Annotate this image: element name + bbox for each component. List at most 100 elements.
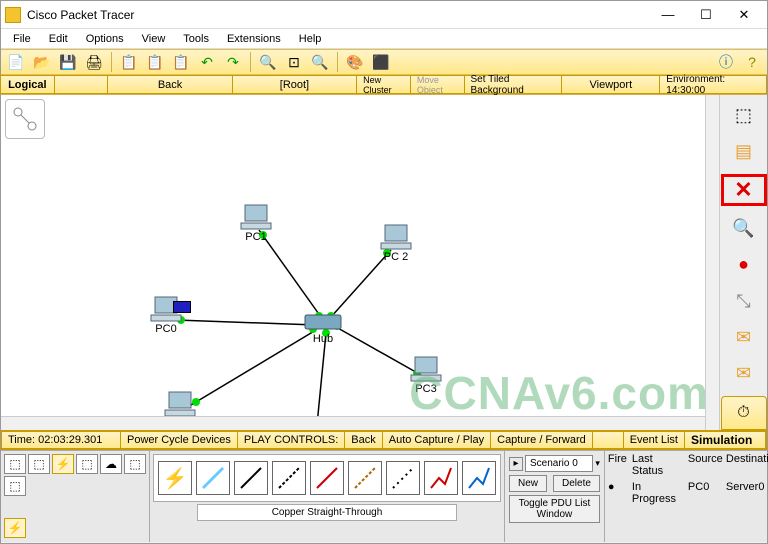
paste-icon[interactable]: 📋 [170,51,192,73]
device-cat-wan-icon[interactable]: ☁ [100,454,122,474]
device-pc0[interactable]: PC0 [149,295,183,335]
conn-coax-icon[interactable] [386,461,420,495]
minimize-button[interactable]: — [649,4,687,26]
scenario-select[interactable]: Scenario 0 [525,455,593,472]
device-pc1[interactable]: PC1 [239,203,273,243]
complex-pdu-icon[interactable]: ✉ [729,360,759,388]
conn-console-icon[interactable] [196,461,230,495]
menu-extensions[interactable]: Extensions [219,31,289,47]
simulation-mode-tab[interactable]: ⏱ [721,396,767,430]
envelope-icon [173,301,191,313]
bottom-panel: ⬚ ⬚ ⚡ ⬚ ☁ ⬚ ⬚ ⚡ ⚡ Copper Straight-Throug… [1,450,767,542]
scenario-panel: ▸ Scenario 0 ▾ New Delete Toggle PDU Lis… [504,451,604,542]
device-sub-icon[interactable]: ⚡ [4,518,26,538]
inspect-tool-icon[interactable]: 🔍 [729,214,759,242]
wizard-icon[interactable]: 📋 [118,51,140,73]
delete-tool-icon[interactable]: ✕ [721,174,767,206]
note-tool-icon[interactable]: ▤ [729,137,759,165]
select-tool-icon[interactable]: ⬚ [729,101,759,129]
status-bar: Time: 02:03:29.301 Power Cycle Devices P… [1,430,767,450]
watermark: CCNAv6.com [409,366,709,420]
connection-panel: ⚡ Copper Straight-Through [150,451,504,542]
menu-help[interactable]: Help [291,31,330,47]
root-button[interactable]: [Root] [232,75,357,94]
nav-icon[interactable] [54,75,109,94]
conn-cross-icon[interactable] [272,461,306,495]
device-cat-switch-icon[interactable]: ⬚ [28,454,50,474]
device-category-panel: ⬚ ⬚ ⚡ ⬚ ☁ ⬚ ⬚ ⚡ [1,451,150,542]
tiled-bg-button[interactable]: Set Tiled Background [464,75,563,94]
move-object-button: Move Object [410,75,465,94]
logical-tab[interactable]: Logical [0,75,55,94]
undo-icon[interactable]: ↶ [196,51,218,73]
device-hub[interactable]: Hub [303,311,343,345]
info-icon[interactable]: ⓘ [715,51,737,73]
play-controls-label: PLAY CONTROLS: [237,431,345,449]
secondary-toolbar: Logical Back [Root] New Cluster Move Obj… [1,75,767,95]
scrollbar-horizontal[interactable] [1,416,705,430]
device-label: Hub [303,333,343,345]
menu-tools[interactable]: Tools [175,31,217,47]
device-cat-connections-icon[interactable]: ⚡ [52,454,74,474]
conn-fiber-icon[interactable] [310,461,344,495]
new-cluster-button[interactable]: New Cluster [356,75,411,94]
workspace-canvas[interactable]: PC0 PC1 PC 2 PC3 PC4 Hub Server0 CCNAv6.… [1,95,719,430]
conn-phone-icon[interactable] [348,461,382,495]
conn-auto-icon[interactable]: ⚡ [158,461,192,495]
resize-tool-icon[interactable]: ⤡ [729,287,759,315]
zoom-in-icon[interactable]: 🔍 [257,51,279,73]
pdu-list-panel: Fire Last Status Source Destination Type… [604,451,768,542]
scrollbar-vertical[interactable] [705,95,719,430]
dialog-icon[interactable]: ⬛ [370,51,392,73]
new-icon[interactable]: 📄 [5,51,27,73]
close-button[interactable]: ✕ [725,4,763,26]
menu-view[interactable]: View [134,31,174,47]
scenario-delete-button[interactable]: Delete [553,475,600,492]
time-label: Time: 02:03:29.301 [1,431,121,449]
print-icon[interactable]: 🖨 [83,51,105,73]
power-cycle-button[interactable]: Power Cycle Devices [120,431,238,449]
scenario-nav-icon[interactable]: ▸ [509,457,523,471]
palette-icon[interactable]: 🎨 [344,51,366,73]
menu-file[interactable]: File [5,31,39,47]
device-cat-multi-icon[interactable]: ⬚ [4,476,26,496]
zoom-out-icon[interactable]: 🔍 [309,51,331,73]
capture-forward-button[interactable]: Capture / Forward [490,431,593,449]
main-toolbar: 📄 📂 💾 🖨 📋 📋 📋 ↶ ↷ 🔍 ⊡ 🔍 🎨 ⬛ ⓘ ? [1,49,767,75]
back-button[interactable]: Back [107,75,232,94]
app-icon [5,7,21,23]
open-icon[interactable]: 📂 [31,51,53,73]
device-cat-end-icon[interactable]: ⬚ [76,454,98,474]
event-list-button[interactable]: Event List [623,431,685,449]
app-title: Cisco Packet Tracer [27,8,649,22]
menu-options[interactable]: Options [78,31,132,47]
conn-serial-icon[interactable] [424,461,458,495]
toggle-pdu-button[interactable]: Toggle PDU List Window [509,495,600,523]
device-label: PC0 [149,323,183,335]
device-label: PC 2 [379,251,413,263]
connection-name-label: Copper Straight-Through [197,504,457,521]
logical-nav-icon[interactable] [5,99,45,139]
scenario-new-button[interactable]: New [509,475,547,492]
simple-pdu-icon[interactable]: ✉ [729,323,759,351]
device-pc2[interactable]: PC 2 [379,223,413,263]
environment-label[interactable]: Environment: 14:30:00 [659,75,767,94]
simulation-title: Simulation [684,431,766,449]
zoom-reset-icon[interactable]: ⊡ [283,51,305,73]
conn-straight-icon[interactable] [234,461,268,495]
redo-icon[interactable]: ↷ [222,51,244,73]
device-cat-custom-icon[interactable]: ⬚ [124,454,146,474]
conn-serial2-icon[interactable] [462,461,496,495]
maximize-button[interactable]: ☐ [687,4,725,26]
draw-tool-icon[interactable]: ● [729,251,759,279]
play-back-button[interactable]: Back [344,431,382,449]
help-icon[interactable]: ? [741,51,763,73]
viewport-button[interactable]: Viewport [561,75,660,94]
device-cat-router-icon[interactable]: ⬚ [4,454,26,474]
pdu-header-row: Fire Last Status Source Destination Type [605,451,768,479]
menu-edit[interactable]: Edit [41,31,76,47]
save-icon[interactable]: 💾 [57,51,79,73]
pdu-row[interactable]: ● In Progress PC0 Server0 ICMP [605,479,768,507]
auto-capture-button[interactable]: Auto Capture / Play [382,431,491,449]
copy-icon[interactable]: 📋 [144,51,166,73]
